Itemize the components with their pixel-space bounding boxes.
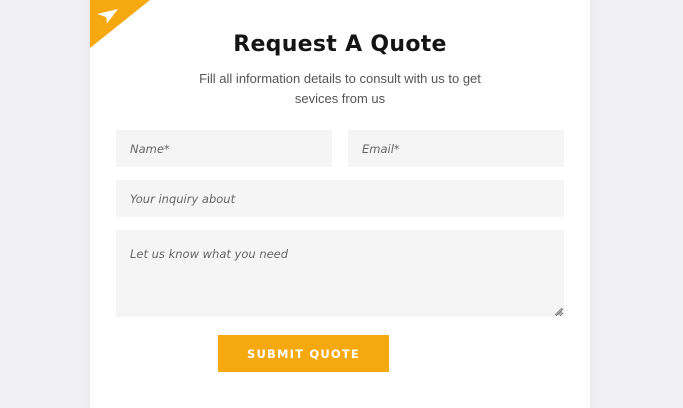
name-input[interactable]	[116, 130, 332, 167]
message-textarea[interactable]	[116, 230, 564, 317]
form-subtitle: Fill all information details to consult …	[199, 71, 481, 106]
submit-quote-button[interactable]: SUBMIT QUOTE	[218, 335, 389, 372]
email-input[interactable]	[348, 130, 564, 167]
quote-form-card: Request A Quote Fill all information det…	[90, 0, 590, 408]
form-title: Request A Quote	[233, 32, 447, 57]
inquiry-input[interactable]	[116, 180, 564, 217]
